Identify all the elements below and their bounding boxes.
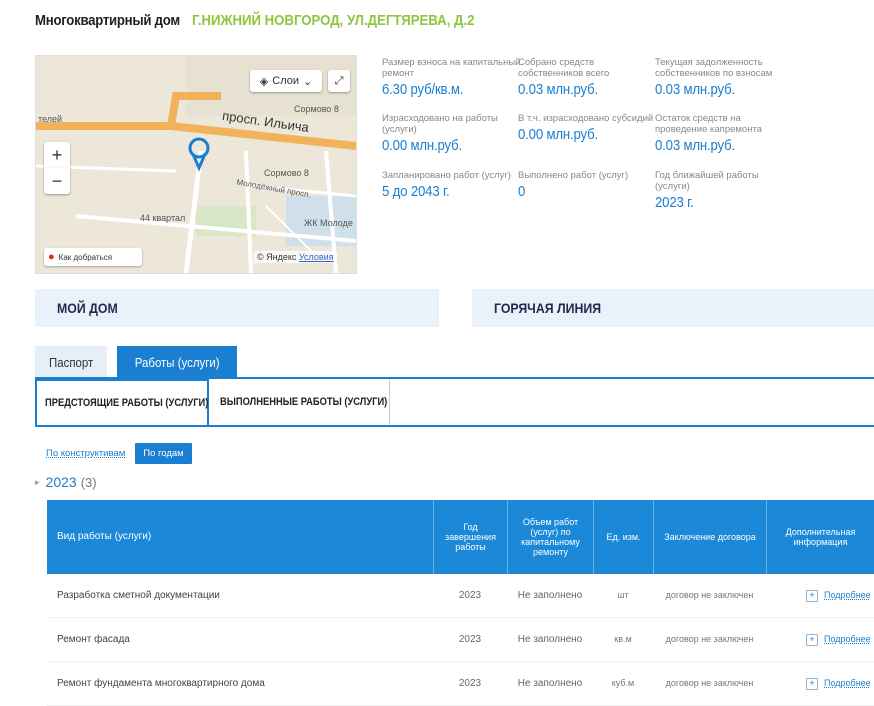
cell-volume: Не заполнено bbox=[517, 590, 583, 601]
location-map[interactable]: телей просп. Ильича Сормово 8 Сормово 8 … bbox=[35, 55, 357, 274]
plus-icon: + bbox=[806, 633, 818, 646]
expand-triangle-icon: ▸ bbox=[35, 476, 40, 487]
map-zoom-in-button[interactable]: + bbox=[44, 142, 70, 168]
tab-works[interactable]: Работы (услуги) bbox=[117, 346, 237, 378]
cell-contract: договор не заключен bbox=[665, 590, 754, 600]
stat-completed: Выполнено работ (услуг) 0 bbox=[518, 170, 629, 200]
cell-unit: куб.м bbox=[611, 678, 635, 688]
map-fullscreen-button[interactable]: ⤢ bbox=[328, 70, 350, 92]
section-hotline[interactable]: Горячая линия bbox=[472, 289, 874, 327]
column-header: Вид работы (услуги) bbox=[57, 531, 152, 542]
cell-more[interactable]: + Подробнее bbox=[766, 574, 874, 617]
filter-by-structure[interactable]: По конструктивам bbox=[46, 448, 125, 459]
more-link[interactable]: Подробнее bbox=[824, 678, 871, 689]
stat-debt: Текущая задолженность собственников по в… bbox=[655, 57, 773, 98]
stat-subsidies: В т.ч. израсходовано субсидий 0.00 млн.р… bbox=[518, 113, 654, 143]
table-header: Вид работы (услуги) Год завершения работ… bbox=[47, 500, 874, 574]
page-header: Многоквартирный дом г.Нижний Новгород, у… bbox=[35, 12, 513, 34]
map-street-label: ЖК Молоде bbox=[304, 218, 353, 228]
map-copyright: © Яндекс Условия bbox=[254, 251, 337, 263]
cell-more[interactable]: + Подробнее bbox=[766, 662, 874, 705]
cell-more[interactable]: + Подробнее bbox=[766, 618, 874, 661]
plus-icon: + bbox=[806, 677, 818, 690]
cell-work: Ремонт фасада bbox=[57, 634, 130, 645]
column-header: Заключение договора bbox=[653, 500, 766, 574]
plus-icon: + bbox=[806, 589, 818, 602]
map-street-label: 44 квартал bbox=[140, 213, 186, 223]
map-zoom-out-button[interactable]: − bbox=[44, 168, 70, 194]
works-table: Вид работы (услуги) Год завершения работ… bbox=[47, 500, 874, 706]
map-street-label: Сормово 8 bbox=[294, 104, 339, 114]
map-street-label: Сормово 8 bbox=[264, 168, 309, 178]
filter-by-year[interactable]: По годам bbox=[135, 443, 192, 464]
year-group-toggle[interactable]: ▸ 2023 (3) bbox=[35, 474, 97, 490]
house-address: г.Нижний Новгород, ул.Дегтярева, д.2 bbox=[191, 12, 475, 29]
stat-collected: Собрано средств собственников всего 0.03… bbox=[518, 57, 610, 98]
grouping-filters: По конструктивам По годам bbox=[46, 443, 192, 464]
stat-next-year: Год ближайшей работы (услуги) 2023 г. bbox=[655, 170, 759, 211]
subtab-done[interactable]: Выполненные работы (услуги) bbox=[210, 379, 390, 425]
location-pin-icon: ● bbox=[48, 251, 55, 263]
column-header: Объем работ (услуг) по капитальному ремо… bbox=[507, 500, 593, 574]
more-link[interactable]: Подробнее bbox=[824, 590, 871, 601]
cell-work: Разработка сметной документации bbox=[57, 590, 220, 601]
cell-unit: шт bbox=[617, 590, 629, 600]
stat-contribution: Размер взноса на капитальный ремонт 6.30… bbox=[382, 57, 521, 98]
cell-year: 2023 bbox=[458, 634, 482, 645]
map-terms-link[interactable]: Условия bbox=[299, 252, 334, 262]
cell-contract: договор не заключен bbox=[665, 678, 754, 688]
subtab-upcoming[interactable]: Предстоящие работы (услуги) bbox=[35, 379, 209, 425]
cell-volume: Не заполнено bbox=[517, 634, 583, 645]
tab-passport[interactable]: Паспорт bbox=[35, 346, 107, 378]
page-title: Многоквартирный дом bbox=[35, 12, 180, 29]
cell-year: 2023 bbox=[458, 590, 482, 601]
fullscreen-icon: ⤢ bbox=[334, 74, 344, 87]
stat-balance: Остаток средств на проведение капремонта… bbox=[655, 113, 762, 154]
map-layers-button[interactable]: ◈ Слои ⌄ bbox=[250, 70, 322, 92]
column-header: Год завершения работы bbox=[433, 500, 507, 574]
column-header: Дополнительная информация bbox=[766, 500, 874, 574]
cell-work: Ремонт фундамента многоквартирного дома bbox=[57, 678, 265, 689]
cell-year: 2023 bbox=[458, 678, 482, 689]
stat-spent: Израсходовано на работы (услуги) 0.00 мл… bbox=[382, 113, 498, 154]
section-my-house[interactable]: Мой дом bbox=[35, 289, 439, 327]
chevron-down-icon: ⌄ bbox=[303, 75, 313, 88]
cell-volume: Не заполнено bbox=[517, 678, 583, 689]
main-tabs: Паспорт Работы (услуги) bbox=[35, 346, 237, 378]
map-street-label: телей bbox=[38, 114, 63, 124]
column-header: Ед. изм. bbox=[593, 500, 653, 574]
works-subtabs: Предстоящие работы (услуги) Выполненные … bbox=[35, 379, 874, 427]
stat-planned: Запланировано работ (услуг) 5 до 2043 г. bbox=[382, 170, 512, 200]
table-row: Ремонт фундамента многоквартирного дома … bbox=[47, 662, 874, 706]
layers-icon: ◈ bbox=[259, 75, 269, 88]
map-route-button[interactable]: ● Как добраться bbox=[44, 248, 142, 266]
table-row: Разработка сметной документации 2023 Не … bbox=[47, 574, 874, 618]
table-row: Ремонт фасада 2023 Не заполнено кв.м дог… bbox=[47, 618, 874, 662]
more-link[interactable]: Подробнее bbox=[824, 634, 871, 645]
cell-unit: кв.м bbox=[614, 634, 632, 644]
cell-contract: договор не заключен bbox=[665, 634, 754, 644]
